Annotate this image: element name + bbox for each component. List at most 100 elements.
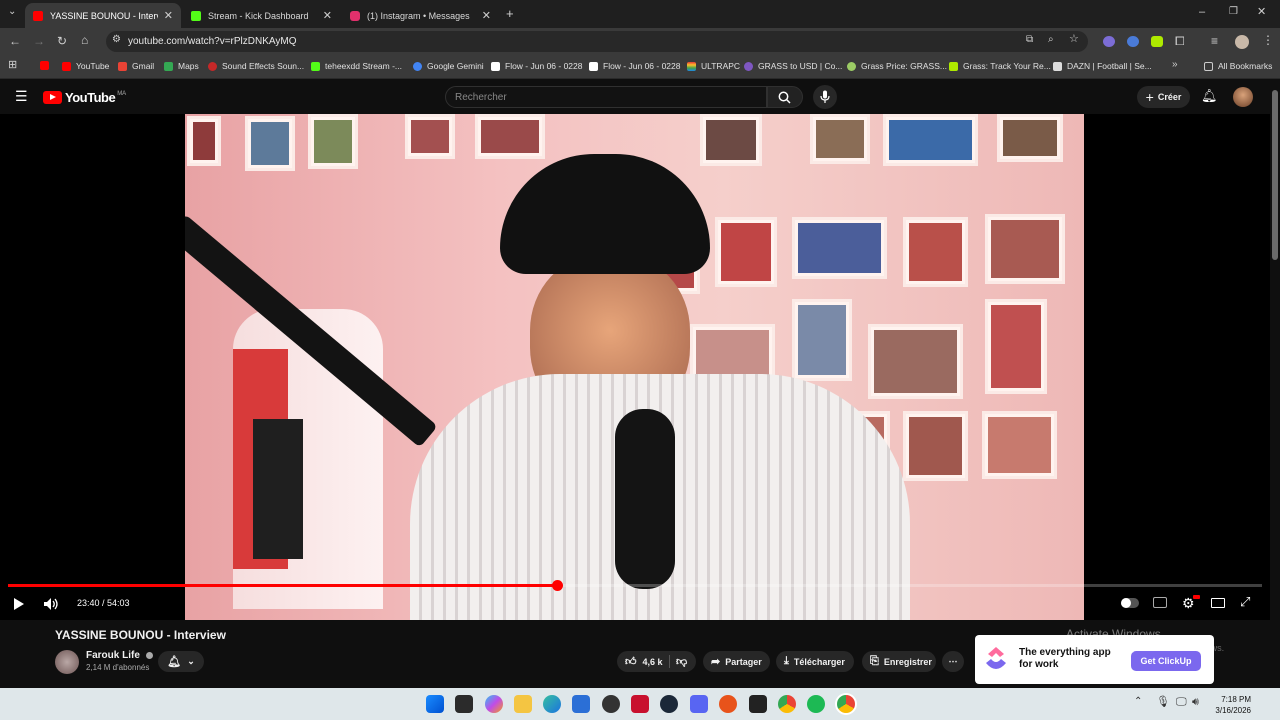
- bookmark-sound-effects[interactable]: Sound Effects Soun...: [208, 61, 304, 71]
- bookmark-dazn[interactable]: DAZN | Football | Se...: [1053, 61, 1152, 71]
- autoplay-toggle[interactable]: [1121, 598, 1139, 608]
- video-frame[interactable]: [185, 114, 1084, 620]
- microphone-tray-icon[interactable]: 🎙︎: [1156, 697, 1170, 708]
- edge-icon[interactable]: [543, 695, 561, 713]
- restore-icon[interactable]: ❐: [1229, 7, 1238, 17]
- tab-instagram[interactable]: (1) Instagram • Messages ✕: [342, 3, 499, 28]
- get-clickup-button[interactable]: Get ClickUp: [1131, 651, 1201, 671]
- all-bookmarks[interactable]: All Bookmarks: [1204, 61, 1272, 71]
- chrome-icon[interactable]: [778, 695, 796, 713]
- chevron-up-icon[interactable]: ⌃: [1134, 697, 1142, 707]
- more-actions-button[interactable]: ⋯: [942, 651, 964, 672]
- activate-windows-subtext: Go to Settings to activate Windows.: [1082, 643, 1225, 653]
- page-favicon-icon: [589, 61, 598, 71]
- app-icon[interactable]: [602, 695, 620, 713]
- video-player[interactable]: 23:40 / 54:03 ⚙ ⤢: [0, 114, 1270, 620]
- progress-bar[interactable]: [8, 580, 1262, 591]
- bookmark-item[interactable]: [40, 61, 54, 70]
- chrome-active-icon[interactable]: [837, 695, 855, 713]
- extensions-puzzle-icon[interactable]: ⧠: [1175, 35, 1185, 47]
- install-app-icon[interactable]: ⧉: [1026, 35, 1033, 45]
- bookmark-star-icon[interactable]: ☆: [1069, 34, 1079, 45]
- tab-youtube[interactable]: YASSINE BOUNOU - Interview - ✕: [25, 3, 181, 28]
- app-icon[interactable]: [455, 695, 473, 713]
- hamburger-menu-icon[interactable]: ☰: [15, 89, 28, 103]
- discord-icon[interactable]: [690, 695, 708, 713]
- back-icon[interactable]: ←: [9, 35, 21, 47]
- youtube-favicon-icon: [62, 61, 71, 71]
- minimize-icon[interactable]: –: [1199, 7, 1205, 18]
- bookmark-grass-track[interactable]: Grass: Track Your Re...: [949, 61, 1051, 71]
- app-icon[interactable]: [719, 695, 737, 713]
- play-icon[interactable]: [13, 597, 25, 611]
- scrollbar-thumb[interactable]: [1272, 90, 1278, 260]
- bookmark-gemini[interactable]: Google Gemini: [413, 61, 484, 71]
- fullscreen-icon[interactable]: ⤢: [1240, 595, 1250, 608]
- epic-games-icon[interactable]: [749, 695, 767, 713]
- bookmark-grass-price[interactable]: Grass Price: GRASS...: [847, 61, 947, 71]
- browser-menu-icon[interactable]: ⋮: [1262, 34, 1274, 46]
- bookmark-gmail[interactable]: Gmail: [118, 61, 154, 71]
- adobe-icon[interactable]: [631, 695, 649, 713]
- share-label: Partager: [725, 656, 762, 667]
- close-tab-icon[interactable]: ✕: [482, 9, 491, 22]
- profile-avatar-icon[interactable]: [1235, 35, 1249, 49]
- page-scrollbar[interactable]: [1270, 80, 1280, 688]
- bookmark-youtube[interactable]: YouTube: [62, 61, 109, 71]
- tab-search-chevron-icon[interactable]: ⌄: [8, 7, 16, 17]
- download-button[interactable]: ⤓ Télécharger: [776, 651, 854, 672]
- copilot-icon[interactable]: [485, 695, 503, 713]
- apps-grid-icon[interactable]: ⊞: [8, 60, 17, 71]
- subscribed-bell-button[interactable]: 🔔︎ ⌄: [158, 651, 204, 672]
- more-bookmarks-icon[interactable]: »: [1172, 60, 1178, 70]
- system-clock[interactable]: 7:18 PM 3/16/2026: [1215, 694, 1251, 716]
- extension-icon[interactable]: [1127, 36, 1139, 47]
- site-info-icon[interactable]: ⚙: [112, 35, 121, 45]
- subtitles-icon[interactable]: [1153, 597, 1167, 608]
- volume-tray-icon[interactable]: 🔊︎: [1192, 697, 1199, 708]
- close-tab-icon[interactable]: ✕: [323, 9, 332, 22]
- scrubber-handle[interactable]: [552, 580, 563, 591]
- forward-icon[interactable]: →: [33, 35, 45, 47]
- steam-icon[interactable]: [660, 695, 678, 713]
- extension-icon[interactable]: [1103, 36, 1115, 47]
- reading-list-icon[interactable]: ≡: [1211, 35, 1218, 47]
- bookmark-flow[interactable]: Flow - Jun 06 - 0228: [491, 61, 582, 71]
- bookmark-ultrapc[interactable]: ULTRAPC: [687, 61, 740, 71]
- channel-name[interactable]: Farouk Life: [86, 650, 153, 661]
- create-button[interactable]: + Créer: [1137, 86, 1190, 108]
- reload-icon[interactable]: ↻: [57, 35, 67, 47]
- grass-extension-icon[interactable]: [1151, 36, 1163, 47]
- bookmark-kick-stream[interactable]: teheexdd Stream -...: [311, 61, 402, 71]
- search-input[interactable]: Rechercher: [445, 86, 767, 108]
- voice-search-button[interactable]: [813, 85, 837, 109]
- like-count[interactable]: 4,6 k: [643, 657, 663, 667]
- volume-icon[interactable]: [43, 597, 59, 611]
- thumbs-up-icon[interactable]: 👍︎: [625, 655, 637, 668]
- spotify-icon[interactable]: [807, 695, 825, 713]
- zoom-icon[interactable]: ⌕: [1048, 35, 1054, 45]
- windows-start-icon[interactable]: [426, 695, 444, 713]
- home-icon[interactable]: ⌂: [81, 34, 88, 46]
- network-icon[interactable]: 🖵︎: [1176, 697, 1187, 708]
- close-window-icon[interactable]: ✕: [1257, 7, 1266, 18]
- tab-kick[interactable]: Stream - Kick Dashboard ✕: [183, 3, 340, 28]
- account-avatar[interactable]: [1233, 87, 1253, 107]
- bookmark-flow[interactable]: Flow - Jun 06 - 0228: [589, 61, 680, 71]
- share-button[interactable]: ➦ Partager: [703, 651, 770, 672]
- channel-avatar[interactable]: [55, 650, 79, 674]
- notifications-bell-icon[interactable]: 🔔︎: [1201, 89, 1218, 102]
- bookmark-maps[interactable]: Maps: [164, 61, 199, 71]
- file-explorer-icon[interactable]: [514, 695, 532, 713]
- youtube-logo[interactable]: YouTube MA: [43, 90, 126, 105]
- address-bar[interactable]: ⚙ youtube.com/watch?v=rPlzDNKAyMQ ⧉ ⌕ ☆: [106, 31, 1088, 52]
- store-icon[interactable]: [572, 695, 590, 713]
- close-tab-icon[interactable]: ✕: [164, 9, 173, 22]
- thumbs-down-icon[interactable]: 👎︎: [676, 655, 687, 668]
- search-button[interactable]: [767, 86, 803, 108]
- new-tab-icon[interactable]: +: [506, 7, 514, 20]
- bookmark-grass-usd[interactable]: GRASS to USD | Co...: [744, 61, 842, 71]
- coin-favicon-icon: [744, 61, 753, 71]
- save-button[interactable]: ⎘ Enregistrer: [862, 651, 936, 672]
- theater-mode-icon[interactable]: [1211, 598, 1225, 608]
